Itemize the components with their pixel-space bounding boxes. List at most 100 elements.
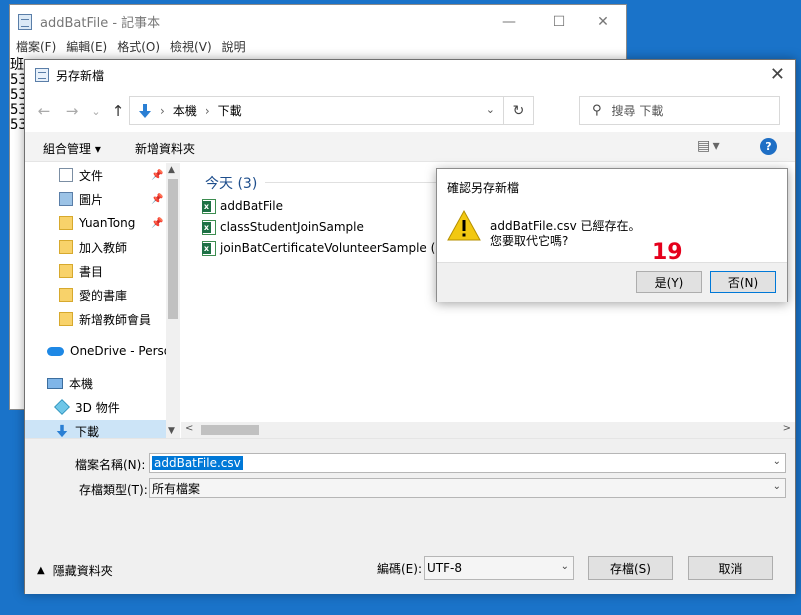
warning-icon bbox=[447, 209, 481, 241]
download-arrow-icon bbox=[56, 424, 68, 438]
menu-edit[interactable]: 編輯(E) bbox=[66, 38, 107, 58]
save-as-title: 另存新檔 bbox=[56, 68, 105, 83]
scroll-down-icon[interactable]: ▼ bbox=[168, 426, 175, 436]
notepad-menubar: 檔案(F) 編輯(E) 格式(O) 檢視(V) 說明 bbox=[10, 38, 626, 58]
help-icon[interactable]: ? bbox=[760, 138, 777, 155]
folder-icon bbox=[59, 240, 73, 254]
nav-label: YuanTong bbox=[79, 216, 136, 230]
pictures-icon bbox=[59, 192, 73, 206]
file-item[interactable]: joinBatCertificateVolunteerSample (2) bbox=[202, 238, 448, 258]
nav-item-yuantong[interactable]: YuanTong 📌 bbox=[25, 212, 180, 234]
save-options-panel: 檔案名稱(N): addBatFile.csv ⌄ 存檔類型(T): 所有檔案 … bbox=[25, 438, 795, 594]
nav-item-documents[interactable]: 文件 📌 bbox=[25, 164, 180, 186]
confirm-button-bar: 是(Y) 否(N) bbox=[437, 262, 787, 302]
download-arrow-icon bbox=[139, 103, 151, 118]
notepad-titlebar: addBatFile - 記事本 bbox=[10, 5, 626, 38]
filetype-value: 所有檔案 bbox=[152, 481, 201, 496]
pin-icon: 📌 bbox=[151, 193, 164, 205]
search-box[interactable]: ⚲ 搜尋 下載 bbox=[579, 96, 780, 125]
filetype-select[interactable]: 所有檔案 ⌄ bbox=[149, 478, 786, 498]
search-placeholder: 搜尋 下載 bbox=[611, 104, 664, 118]
navigation-pane: 文件 📌 圖片 📌 YuanTong 📌 加入教師 書目 愛的書庫 新增教師會員 bbox=[25, 163, 180, 439]
close-button[interactable]: ✕ bbox=[580, 5, 626, 38]
nav-label: OneDrive - Perso bbox=[70, 344, 172, 358]
nav-label: 本機 bbox=[69, 376, 94, 391]
file-name: classStudentJoinSample bbox=[220, 220, 364, 234]
excel-csv-icon bbox=[202, 240, 216, 256]
nav-label: 3D 物件 bbox=[75, 400, 120, 415]
nav-item-3d-objects[interactable]: 3D 物件 bbox=[25, 396, 180, 418]
hide-folders-toggle[interactable]: ▲ 隱藏資料夾 bbox=[37, 562, 113, 579]
save-button[interactable]: 存檔(S) bbox=[588, 556, 673, 580]
scroll-thumb[interactable] bbox=[201, 425, 259, 435]
step-annotation: 19 bbox=[652, 240, 683, 265]
folder-icon bbox=[59, 216, 73, 230]
nav-item-join-teacher[interactable]: 加入教師 bbox=[25, 236, 180, 258]
close-icon[interactable]: ✕ bbox=[770, 64, 785, 85]
file-item[interactable]: addBatFile bbox=[202, 196, 283, 216]
nav-item-onedrive[interactable]: OneDrive - Perso bbox=[25, 340, 180, 362]
nav-item-love-library[interactable]: 愛的書庫 bbox=[25, 284, 180, 306]
no-button[interactable]: 否(N) bbox=[710, 271, 776, 293]
breadcrumb-this-pc[interactable]: 本機 bbox=[173, 102, 197, 119]
new-folder-button[interactable]: 新增資料夾 bbox=[135, 140, 195, 157]
pin-icon: 📌 bbox=[151, 217, 164, 229]
nav-item-downloads[interactable]: 下載 bbox=[25, 420, 180, 439]
encoding-label: 編碼(E): bbox=[377, 562, 422, 576]
menu-file[interactable]: 檔案(F) bbox=[16, 38, 56, 58]
notepad-title: addBatFile - 記事本 bbox=[40, 16, 161, 31]
back-arrow-icon[interactable]: ← bbox=[33, 100, 55, 122]
menu-help[interactable]: 說明 bbox=[222, 38, 246, 58]
scroll-left-icon[interactable]: < bbox=[185, 423, 193, 434]
maximize-button[interactable]: ☐ bbox=[536, 5, 582, 38]
scroll-right-icon[interactable]: > bbox=[783, 423, 791, 434]
view-options-icon[interactable]: ▤ ▾ bbox=[697, 138, 720, 154]
forward-arrow-icon[interactable]: → bbox=[61, 100, 83, 122]
folder-icon bbox=[59, 288, 73, 302]
breadcrumb-downloads[interactable]: 下載 bbox=[218, 102, 242, 119]
menu-view[interactable]: 檢視(V) bbox=[170, 38, 212, 58]
folder-icon bbox=[59, 264, 73, 278]
nav-pane-scrollbar[interactable]: ▲ ▼ bbox=[166, 163, 180, 438]
group-header-today[interactable]: 今天 (3) bbox=[205, 173, 257, 193]
file-name: joinBatCertificateVolunteerSample (2) bbox=[220, 241, 448, 255]
folder-icon bbox=[59, 312, 73, 326]
file-item[interactable]: classStudentJoinSample bbox=[202, 217, 364, 237]
scroll-thumb[interactable] bbox=[168, 179, 178, 319]
save-dialog-icon bbox=[35, 68, 49, 82]
chevron-down-icon[interactable]: ⌄ bbox=[561, 561, 569, 572]
nav-item-new-teacher-member[interactable]: 新增教師會員 bbox=[25, 308, 180, 330]
recent-dropdown-icon[interactable]: ⌄ bbox=[85, 100, 107, 122]
nav-item-bibliography[interactable]: 書目 bbox=[25, 260, 180, 282]
onedrive-cloud-icon bbox=[47, 346, 64, 356]
pin-icon: 📌 bbox=[151, 169, 164, 181]
minimize-button[interactable]: — bbox=[486, 5, 532, 38]
address-bar[interactable]: › 本機 › 下載 ⌄ ↻ bbox=[129, 96, 534, 125]
menu-format[interactable]: 格式(O) bbox=[117, 38, 160, 58]
notepad-icon bbox=[18, 13, 32, 30]
hide-folders-label: 隱藏資料夾 bbox=[52, 564, 113, 578]
command-toolbar: 組合管理 ▾ 新增資料夾 ▤ ▾ ? bbox=[25, 132, 795, 162]
computer-icon bbox=[47, 377, 63, 389]
filename-input[interactable]: addBatFile.csv ⌄ bbox=[149, 453, 786, 473]
nav-item-pictures[interactable]: 圖片 📌 bbox=[25, 188, 180, 210]
scroll-up-icon[interactable]: ▲ bbox=[168, 165, 175, 175]
encoding-select[interactable]: UTF-8 ⌄ bbox=[424, 556, 574, 580]
nav-label: 加入教師 bbox=[79, 240, 128, 255]
nav-label: 下載 bbox=[75, 424, 100, 439]
up-arrow-icon[interactable]: ↑ bbox=[107, 100, 129, 122]
file-name: addBatFile bbox=[220, 199, 283, 213]
filename-label: 檔案名稱(N): bbox=[75, 458, 146, 472]
save-as-titlebar: 另存新檔 bbox=[25, 60, 795, 90]
address-dropdown-icon[interactable]: ⌄ bbox=[486, 103, 495, 116]
refresh-icon[interactable]: ↻ bbox=[503, 97, 533, 124]
yes-button[interactable]: 是(Y) bbox=[636, 271, 702, 293]
confirm-message-line2: 您要取代它嗎? bbox=[490, 234, 569, 248]
cancel-button[interactable]: 取消 bbox=[688, 556, 773, 580]
horizontal-scrollbar[interactable]: < > bbox=[181, 422, 795, 438]
chevron-down-icon[interactable]: ⌄ bbox=[773, 456, 781, 467]
chevron-down-icon[interactable]: ⌄ bbox=[773, 481, 781, 492]
organize-menu[interactable]: 組合管理 ▾ bbox=[43, 140, 101, 157]
nav-item-this-pc[interactable]: 本機 bbox=[25, 372, 180, 394]
confirm-title: 確認另存新檔 bbox=[447, 181, 520, 195]
